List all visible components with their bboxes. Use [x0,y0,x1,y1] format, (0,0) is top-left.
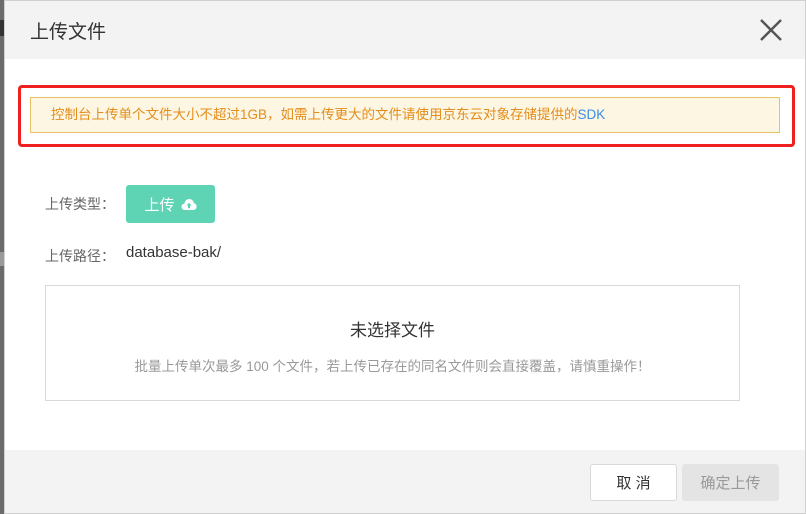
dialog-footer: 取 消 确定上传 [5,450,805,513]
notice-text: 控制台上传单个文件大小不超过1GB，如需上传更大的文件请使用京东云对象存储提供的 [51,107,578,122]
upload-button-label: 上传 [144,196,175,214]
dialog-header: 上传文件 [5,1,805,59]
upload-path-label: 上传路径： [45,248,115,264]
file-drop-zone[interactable]: 未选择文件 批量上传单次最多 100 个文件，若上传已存在的同名文件则会直接覆盖… [45,285,740,401]
upload-button[interactable]: 上传 [126,185,215,223]
batch-upload-hint: 批量上传单次最多 100 个文件，若上传已存在的同名文件则会直接覆盖，请慎重操作… [134,359,651,374]
upload-type-label: 上传类型： [45,196,115,212]
dialog-title: 上传文件 [30,22,107,43]
confirm-upload-button[interactable]: 确定上传 [682,464,779,501]
upload-file-dialog: 上传文件 控制台上传单个文件大小不超过1GB，如需上传更大的文件请使用京东云对象… [4,0,806,514]
size-limit-notice: 控制台上传单个文件大小不超过1GB，如需上传更大的文件请使用京东云对象存储提供的… [30,97,780,133]
close-button[interactable] [756,15,786,45]
cancel-button[interactable]: 取 消 [590,464,677,501]
no-file-selected-text: 未选择文件 [350,321,435,340]
cloud-upload-icon [181,198,197,210]
close-icon [760,19,782,41]
sdk-link[interactable]: SDK [578,107,606,122]
upload-path-value: database-bak/ [126,244,222,261]
